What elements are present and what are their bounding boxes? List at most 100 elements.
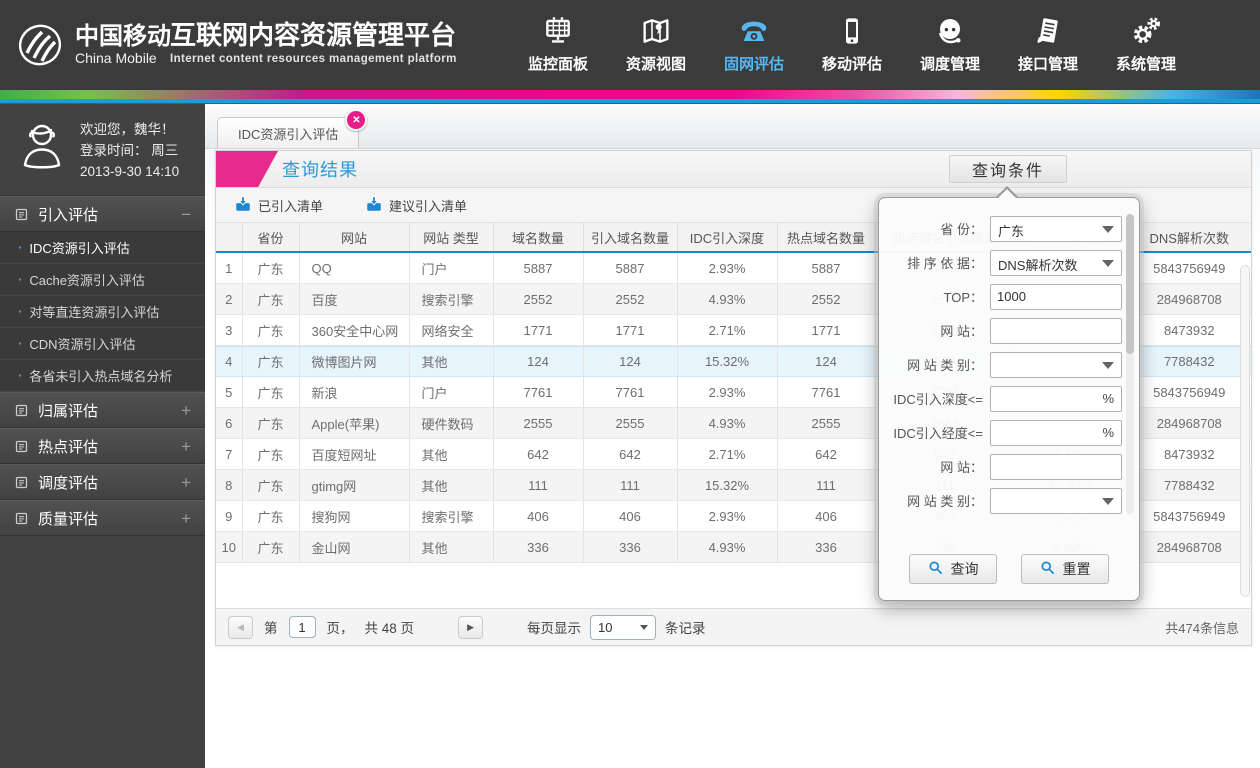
content-area: IDC资源引入评估 ✕ 查询结果 查询条件 已引入清单 建议引入清单 省份 网站 网站… [205, 104, 1260, 768]
sidebar-section-引入评估[interactable]: 引入评估 − [0, 196, 205, 232]
brand-name-en: China Mobile [75, 49, 157, 66]
table-cell: 广东 [242, 376, 300, 408]
query-form: 省 份： 广东排 序 依 据： DNS解析次数 TOP： 网 站： 网 站 类 别： IDC… [879, 215, 1123, 522]
table-cell: 2552 [493, 283, 584, 315]
nav-item-监控面板[interactable]: 监控面板 [523, 11, 593, 74]
login-time-line2: 2013-9-30 14:10 [80, 164, 180, 179]
popup-scrollbar-thumb[interactable] [1126, 214, 1134, 354]
vertical-scrollbar[interactable] [1240, 265, 1250, 597]
per-page-select[interactable]: 10 [590, 614, 657, 640]
sidebar-item-各省未引入热点域名分析[interactable]: · 各省未引入热点域名分析 [0, 360, 205, 392]
table-cell: 9 [216, 500, 243, 532]
panel-title: 查询结果 [282, 160, 358, 180]
expand-icon[interactable]: + [181, 438, 191, 455]
query-field-label: 网 站 类 别： [907, 494, 983, 509]
nav-item-调度管理[interactable]: 调度管理 [915, 11, 985, 74]
table-cell: 336 [777, 531, 876, 563]
next-page-button[interactable]: ▶ [458, 615, 484, 639]
query-field-row: IDC引入深度<=% [879, 385, 1123, 412]
table-cell: 5887 [777, 252, 876, 284]
table-cell: 新浪 [299, 376, 410, 408]
search-button[interactable]: 查询 [909, 554, 997, 584]
query-field-input[interactable] [990, 283, 1122, 310]
table-cell: 5887 [583, 252, 678, 284]
nav-item-移动评估[interactable]: 移动评估 [817, 11, 887, 74]
sidebar-section-归属评估[interactable]: 归属评估 + [0, 392, 205, 428]
total-records-label: 共474条信息 [1165, 620, 1239, 636]
table-cell: 5887 [493, 252, 584, 284]
query-field-row: IDC引入经度<=% [879, 419, 1123, 446]
sidebar-menu: 引入评估 − · IDC资源引入评估 · Cache资源引入评估 · 对等直连资源引入评估 · C… [0, 196, 205, 536]
headset-icon [934, 11, 966, 47]
query-field-input[interactable]: % [990, 385, 1122, 412]
table-cell: 硬件数码 [409, 407, 494, 439]
table-cell: QQ [299, 252, 410, 284]
query-text-input[interactable] [991, 284, 1121, 309]
tab-idc-assessment[interactable]: IDC资源引入评估 ✕ [217, 109, 368, 148]
query-field-row: TOP： [879, 283, 1123, 310]
nav-item-label: 固网评估 [723, 56, 784, 73]
sidebar-section-热点评估[interactable]: 热点评估 + [0, 428, 205, 464]
nav-item-资源视图[interactable]: 资源视图 [621, 11, 691, 74]
column-header: 省份 [242, 223, 300, 253]
sidebar-item-CDN资源引入评估[interactable]: · CDN资源引入评估 [0, 328, 205, 360]
button-label: 查询 [950, 561, 979, 577]
bullet-icon: · [18, 368, 23, 383]
query-text-input[interactable] [991, 454, 1121, 479]
select-value: 广东 [998, 223, 1025, 239]
table-cell: 广东 [242, 407, 300, 439]
section-doc-icon [14, 207, 29, 222]
expand-icon[interactable]: + [181, 474, 191, 491]
sidebar-item-IDC资源引入评估[interactable]: · IDC资源引入评估 [0, 232, 205, 264]
table-cell: 搜索引擎 [409, 283, 494, 315]
query-conditions-button[interactable]: 查询条件 [949, 155, 1067, 183]
nav-item-接口管理[interactable]: 接口管理 [1013, 11, 1083, 74]
nav-item-系统管理[interactable]: 系统管理 [1111, 11, 1181, 74]
table-cell: 360安全中心网 [299, 314, 410, 346]
toolbar-button-已引入清单[interactable]: 已引入清单 [228, 194, 329, 217]
table-cell: 7 [216, 438, 243, 470]
table-cell: 其他 [409, 345, 494, 377]
query-field-select[interactable] [990, 351, 1122, 378]
sidebar-item-对等直连资源引入评估[interactable]: · 对等直连资源引入评估 [0, 296, 205, 328]
page-number-input[interactable]: 1 [288, 616, 316, 638]
popup-scrollbar-track[interactable] [1126, 214, 1134, 514]
brand-text: 中国移动 China Mobile [75, 23, 171, 67]
query-field-select[interactable]: DNS解析次数 [990, 249, 1122, 276]
collapse-icon[interactable]: − [181, 206, 191, 223]
table-cell: 7761 [777, 376, 876, 408]
sidebar-section-label: 质量评估 [38, 510, 99, 528]
expand-icon[interactable]: + [181, 510, 191, 527]
nav-item-固网评估[interactable]: 固网评估 [719, 11, 789, 74]
tab-close-icon[interactable]: ✕ [345, 109, 368, 131]
query-field-row: 网 站 类 别： [879, 351, 1123, 378]
table-cell: 5843756949 [1127, 500, 1251, 532]
query-field-input[interactable] [990, 317, 1122, 344]
platform-title: 互联网内容资源管理平台 Internet content resources m… [170, 20, 457, 65]
nav-item-label: 调度管理 [919, 56, 980, 73]
sidebar-submenu: · IDC资源引入评估 · Cache资源引入评估 · 对等直连资源引入评估 · CDN资源引… [0, 232, 205, 392]
percent-suffix: % [1102, 424, 1114, 440]
table-cell: 2552 [777, 283, 876, 315]
pagination-bar: ◀ 第 1 页， 共 48 页 ▶ 每页显示 10 条记录 共474条信息 [216, 608, 1251, 645]
sidebar-section-质量评估[interactable]: 质量评估 + [0, 500, 205, 536]
column-header [216, 223, 243, 253]
query-field-label: 网 站： [940, 460, 983, 475]
reset-button[interactable]: 重置 [1021, 554, 1109, 584]
toolbar-button-建议引入清单[interactable]: 建议引入清单 [359, 194, 473, 217]
query-field-select[interactable]: 广东 [990, 215, 1122, 242]
table-cell: 其他 [409, 469, 494, 501]
table-cell: 金山网 [299, 531, 410, 563]
query-field-input[interactable] [990, 453, 1122, 480]
query-field-select[interactable] [990, 487, 1122, 514]
expand-icon[interactable]: + [181, 402, 191, 419]
query-text-input[interactable] [991, 318, 1121, 343]
query-field-input[interactable]: % [990, 419, 1122, 446]
sidebar-section-调度评估[interactable]: 调度评估 + [0, 464, 205, 500]
table-cell: 8473932 [1127, 438, 1251, 470]
toolbar-button-label: 建议引入清单 [389, 198, 468, 214]
sidebar-item-Cache资源引入评估[interactable]: · Cache资源引入评估 [0, 264, 205, 296]
prev-page-button[interactable]: ◀ [228, 615, 253, 639]
table-cell: 2.93% [677, 376, 778, 408]
table-cell: 百度短网址 [299, 438, 410, 470]
